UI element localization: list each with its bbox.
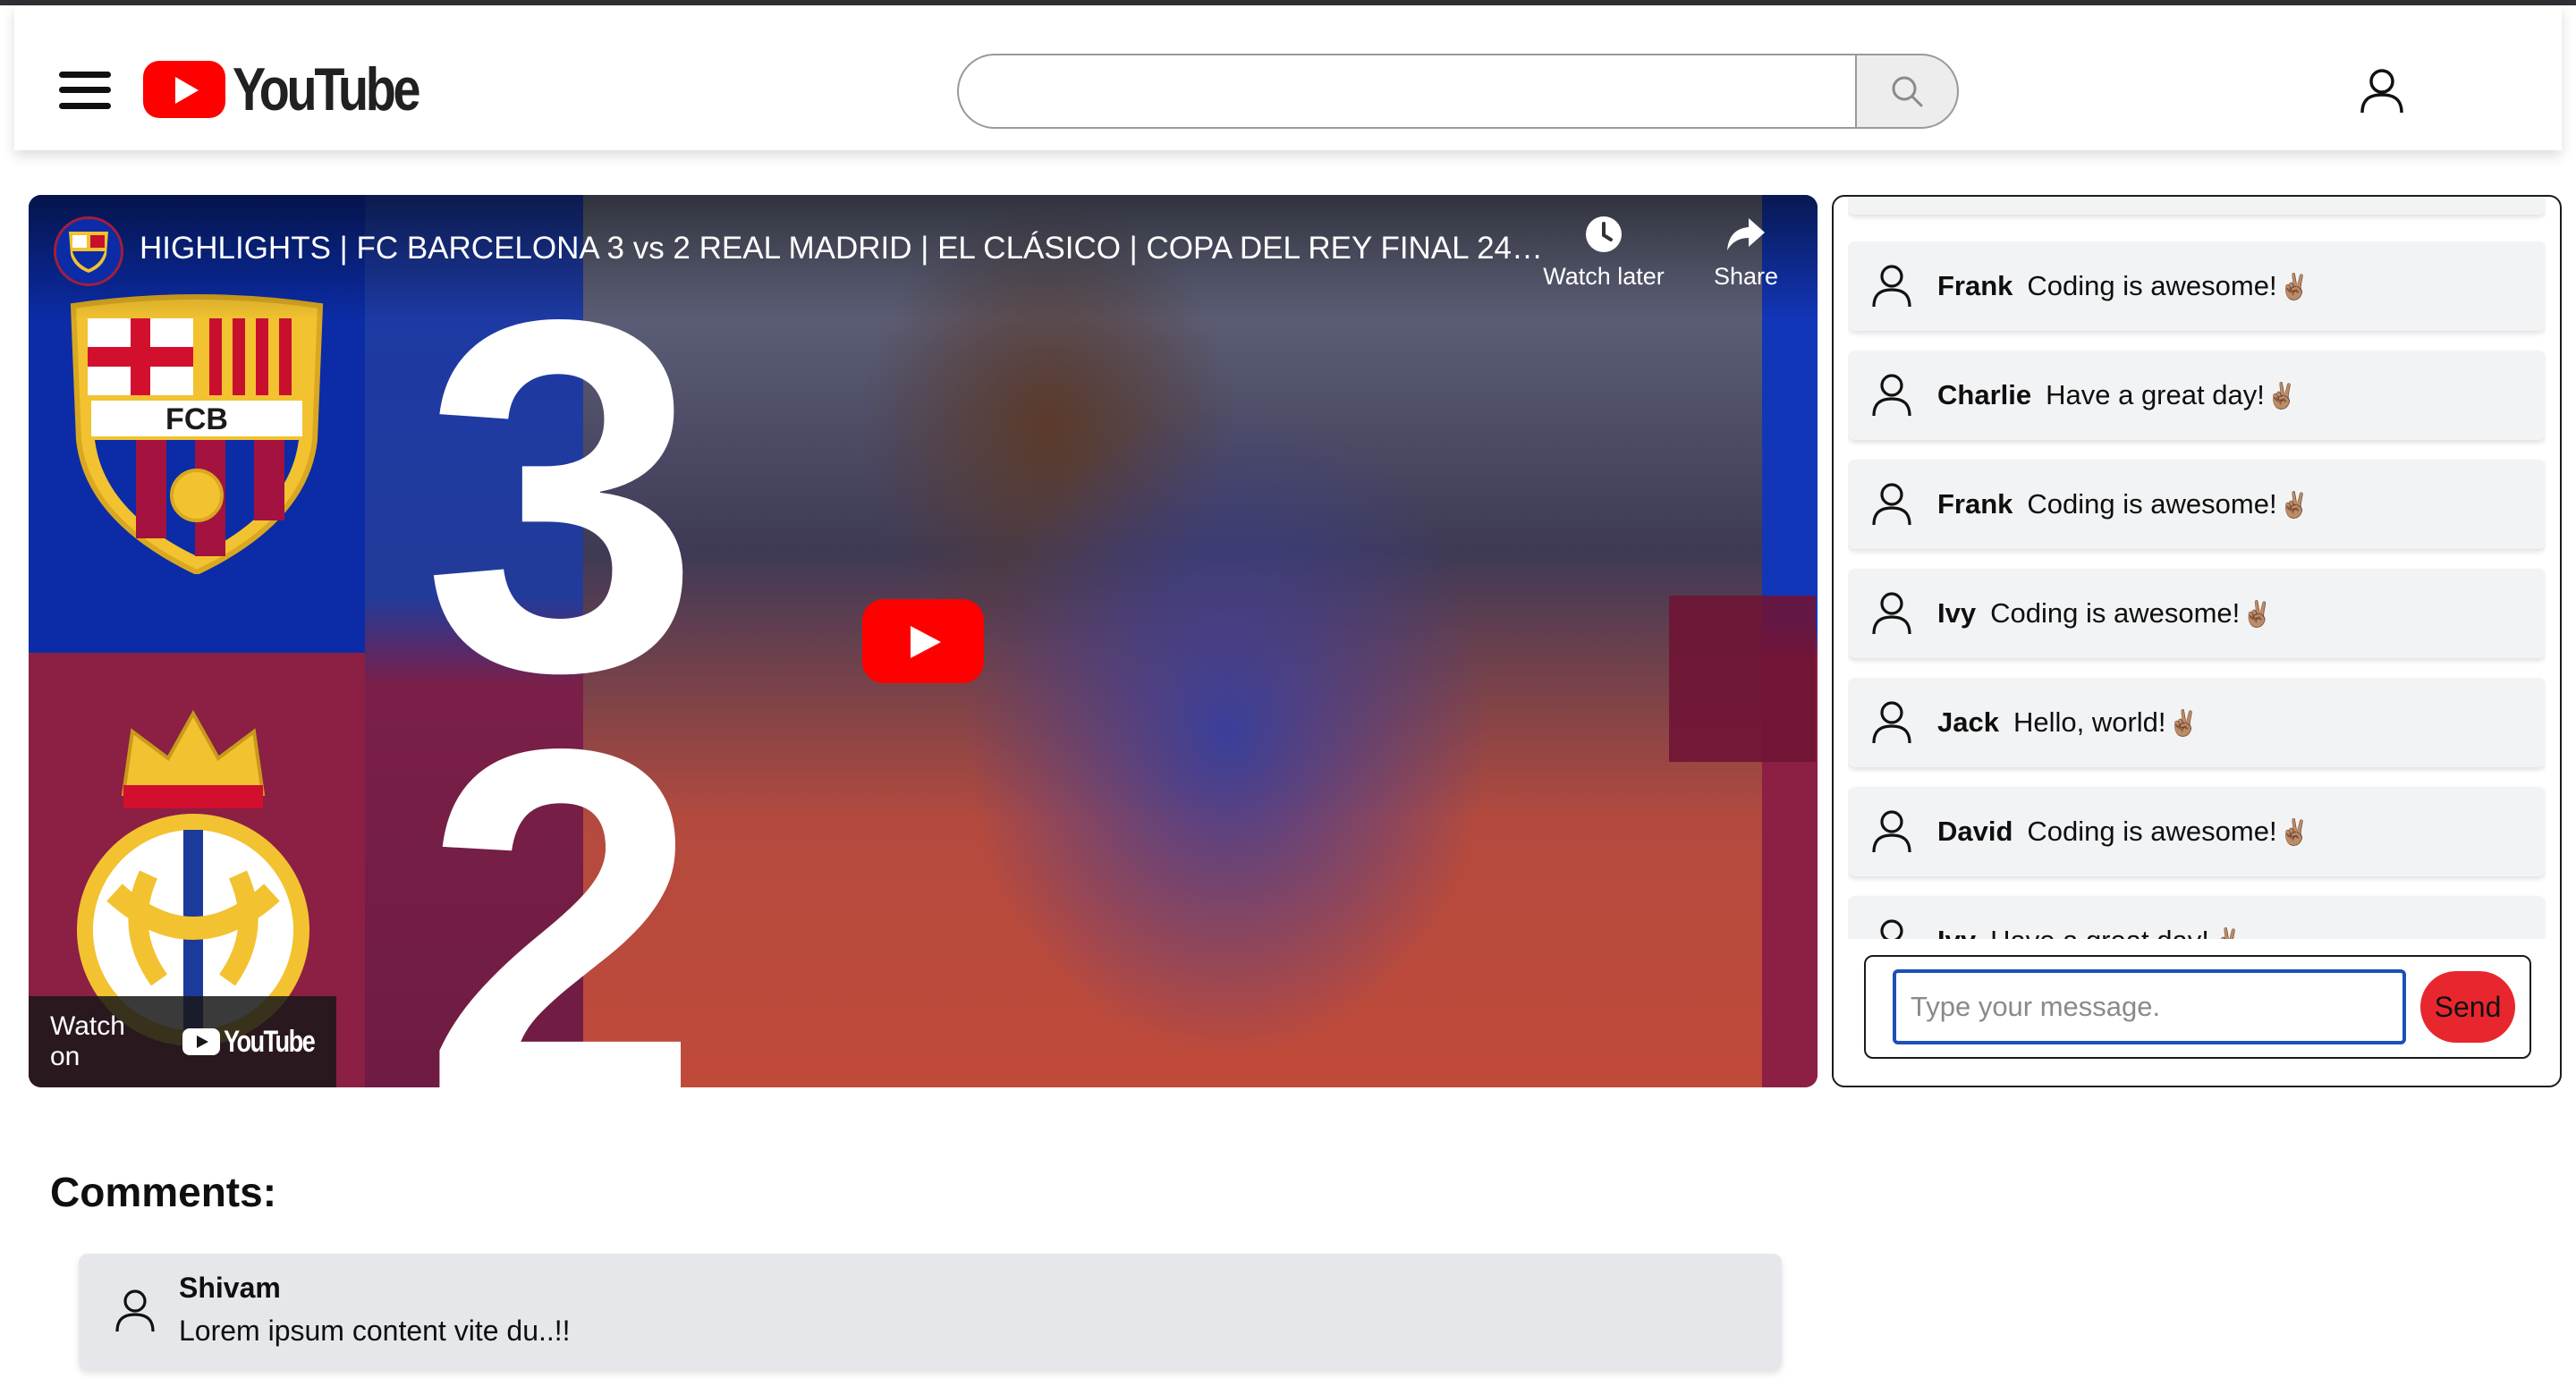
chat-message: Ivy Have a great day!✌🏽 <box>1848 896 2546 939</box>
watch-on-brand: YouTube <box>223 1024 316 1059</box>
chat-text: Coding is awesome! <box>2027 488 2277 520</box>
chat-text: Have a great day! <box>2046 379 2265 410</box>
chat-text: Have a great day! <box>1990 925 2209 939</box>
watch-on-label: Watch on <box>50 1011 125 1071</box>
chat-message: Ivy Coding is awesome! ✌🏽 <box>1848 569 2546 658</box>
youtube-play-logo-icon <box>143 61 225 118</box>
user-avatar-icon <box>1872 592 1911 635</box>
comment-text: Lorem ipsum content vite du..!! <box>179 1315 571 1347</box>
send-button[interactable]: Send <box>2420 971 2515 1043</box>
chat-message: Charlie Have a great day! ✌🏽 <box>1848 351 2546 440</box>
share-button[interactable]: Share <box>1692 215 1800 291</box>
user-icon[interactable] <box>2360 68 2404 114</box>
watch-on-youtube-button[interactable]: Watch on YouTube <box>29 996 336 1087</box>
chat-text: Coding is awesome! <box>2027 270 2277 301</box>
fc-barcelona-crest-icon: FCB <box>70 294 324 574</box>
youtube-logo[interactable]: YouTube <box>143 55 459 123</box>
user-avatar-icon <box>1880 919 1903 939</box>
chat-form: Send <box>1864 955 2531 1059</box>
youtube-mini-logo: YouTube <box>182 1025 336 1060</box>
victory-hand-emoji-icon: ✌🏽 <box>2211 926 2242 940</box>
share-arrow-icon <box>1727 218 1765 250</box>
comment-author: Shivam <box>179 1272 281 1304</box>
play-button[interactable] <box>862 599 984 683</box>
watch-later-label: Watch later <box>1543 263 1665 290</box>
chat-message-partial <box>1848 197 2546 215</box>
comment-item: Shivam Lorem ipsum content vite du..!! <box>79 1254 1782 1370</box>
crest-text: FCB <box>165 402 228 436</box>
victory-hand-emoji-icon: ✌🏽 <box>2266 381 2298 410</box>
live-chat-panel: Frank Coding is awesome! ✌🏽 Charlie Have a g… <box>1832 195 2562 1087</box>
chat-author: Frank <box>1937 488 2013 520</box>
video-title[interactable]: HIGHLIGHTS | FC BARCELONA 3 vs 2 REAL MA… <box>140 231 1544 266</box>
chat-author: Frank <box>1937 270 2013 301</box>
watch-later-button[interactable]: Watch later <box>1528 215 1680 291</box>
victory-hand-emoji-icon: ✌🏽 <box>2241 599 2274 628</box>
chat-message-input[interactable] <box>1893 969 2406 1044</box>
chat-message: Jack Hello, world! ✌🏽 <box>1848 678 2546 767</box>
chat-author: Jack <box>1937 706 1999 738</box>
channel-avatar[interactable] <box>54 216 123 286</box>
chat-text: Hello, world! <box>2012 706 2166 738</box>
chat-author: David <box>1937 816 2013 847</box>
chat-text: Coding is awesome! <box>2027 816 2277 847</box>
logo-text: YouTube <box>233 55 421 123</box>
chat-message: David Coding is awesome! ✌🏽 <box>1848 787 2546 876</box>
user-avatar-icon <box>1872 483 1911 526</box>
copa-del-rey-badge-icon <box>1669 596 1816 762</box>
chat-author: Ivy <box>1937 925 1976 939</box>
video-thumbnail-image <box>583 195 1818 1087</box>
chat-message-list[interactable]: Frank Coding is awesome! ✌🏽 Charlie Have a g… <box>1848 197 2546 939</box>
victory-hand-emoji-icon: ✌🏽 <box>2278 817 2310 846</box>
user-avatar-icon <box>1872 374 1911 417</box>
user-avatar-icon <box>1872 701 1911 744</box>
victory-hand-emoji-icon: ✌🏽 <box>2278 490 2310 519</box>
search-button[interactable] <box>1855 54 1959 129</box>
chat-author: Ivy <box>1937 597 1977 629</box>
video-player[interactable]: 3 2 FCB HIGHLIGHTS | FC BARCELONA 3 vs 2… <box>29 195 1818 1087</box>
victory-hand-emoji-icon: ✌🏽 <box>2278 272 2310 300</box>
search-bar <box>957 54 1959 129</box>
chat-message: Frank Coding is awesome! ✌🏽 <box>1848 460 2546 549</box>
user-avatar-icon <box>1872 810 1911 853</box>
score-away: 2 <box>422 645 701 1087</box>
chat-text: Coding is awesome! <box>1990 597 2241 629</box>
user-avatar-icon <box>115 1289 155 1332</box>
youtube-play-logo-icon <box>182 1028 220 1055</box>
victory-hand-emoji-icon: ✌🏽 <box>2167 708 2199 737</box>
share-label: Share <box>1713 263 1779 290</box>
chat-message: Frank Coding is awesome! ✌🏽 <box>1848 241 2546 331</box>
user-avatar-icon <box>1872 265 1911 308</box>
clock-icon <box>1586 216 1622 252</box>
channel-crest-icon <box>69 232 108 273</box>
menu-icon[interactable] <box>59 72 111 109</box>
chat-author: Charlie <box>1937 379 2032 410</box>
top-header: YouTube <box>14 5 2562 150</box>
comments-heading: Comments: <box>50 1169 277 1215</box>
search-input[interactable] <box>957 54 1855 129</box>
search-icon <box>1892 76 1923 107</box>
